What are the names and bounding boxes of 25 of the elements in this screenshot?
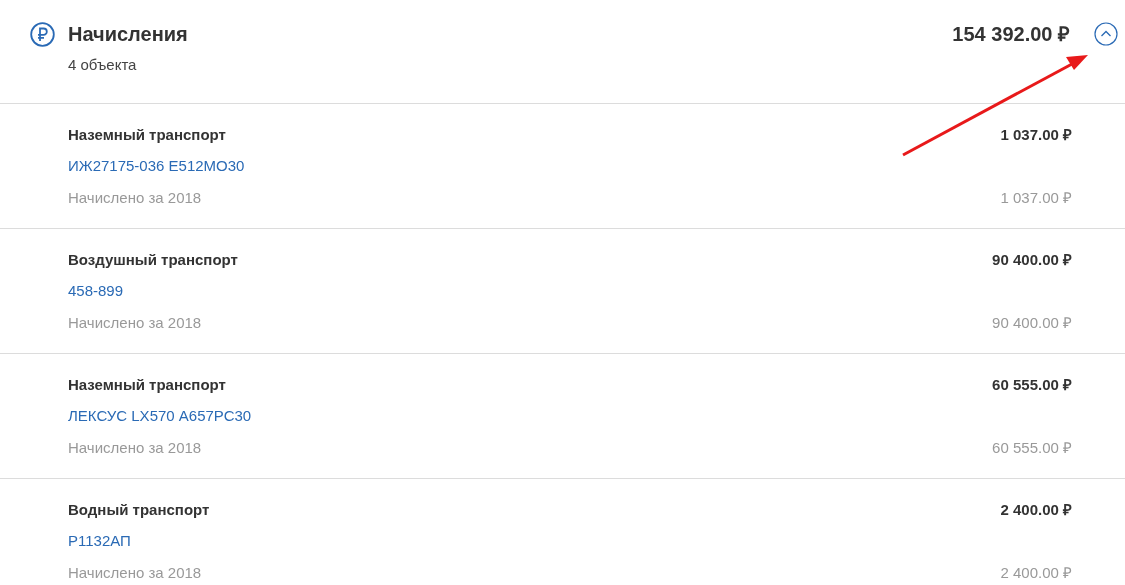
category-label: Наземный транспорт bbox=[68, 375, 226, 395]
collapse-button[interactable] bbox=[1094, 22, 1118, 46]
amount: 1 037.00 ₽ bbox=[1000, 125, 1072, 145]
category-label: Воздушный транспорт bbox=[68, 250, 238, 270]
accrual-description: Начислено за 2018 bbox=[68, 563, 202, 583]
accrued-amount: 60 555.00 ₽ bbox=[992, 438, 1072, 458]
amount: 90 400.00 ₽ bbox=[992, 250, 1072, 270]
ruble-icon bbox=[30, 22, 55, 47]
object-count: 4 объекта bbox=[68, 56, 138, 74]
accrual-description: Начислено за 2018 bbox=[68, 313, 202, 333]
amount: 60 555.00 ₽ bbox=[992, 375, 1072, 395]
category-label: Наземный транспорт bbox=[68, 125, 226, 145]
accrual-description: Начислено за 2018 bbox=[68, 438, 202, 458]
object-link[interactable]: ИЖ27175-036 Е512МО30 bbox=[68, 157, 245, 174]
accrued-amount: 1 037.00 ₽ bbox=[1000, 188, 1072, 208]
accrued-amount: 90 400.00 ₽ bbox=[992, 313, 1072, 333]
object-link[interactable]: Р1132АП bbox=[68, 532, 131, 549]
section-title: Начисления bbox=[68, 22, 188, 47]
total-amount: 154 392.00 ₽ bbox=[952, 22, 1070, 47]
object-link[interactable]: ЛЕКСУС LX570 А657РС30 bbox=[68, 407, 252, 424]
amount: 2 400.00 ₽ bbox=[1000, 500, 1072, 520]
accrual-description: Начислено за 2018 bbox=[68, 188, 202, 208]
category-label: Водный транспорт bbox=[68, 500, 210, 520]
accrued-amount: 2 400.00 ₽ bbox=[1000, 563, 1072, 583]
object-link[interactable]: 458-899 bbox=[68, 282, 124, 299]
